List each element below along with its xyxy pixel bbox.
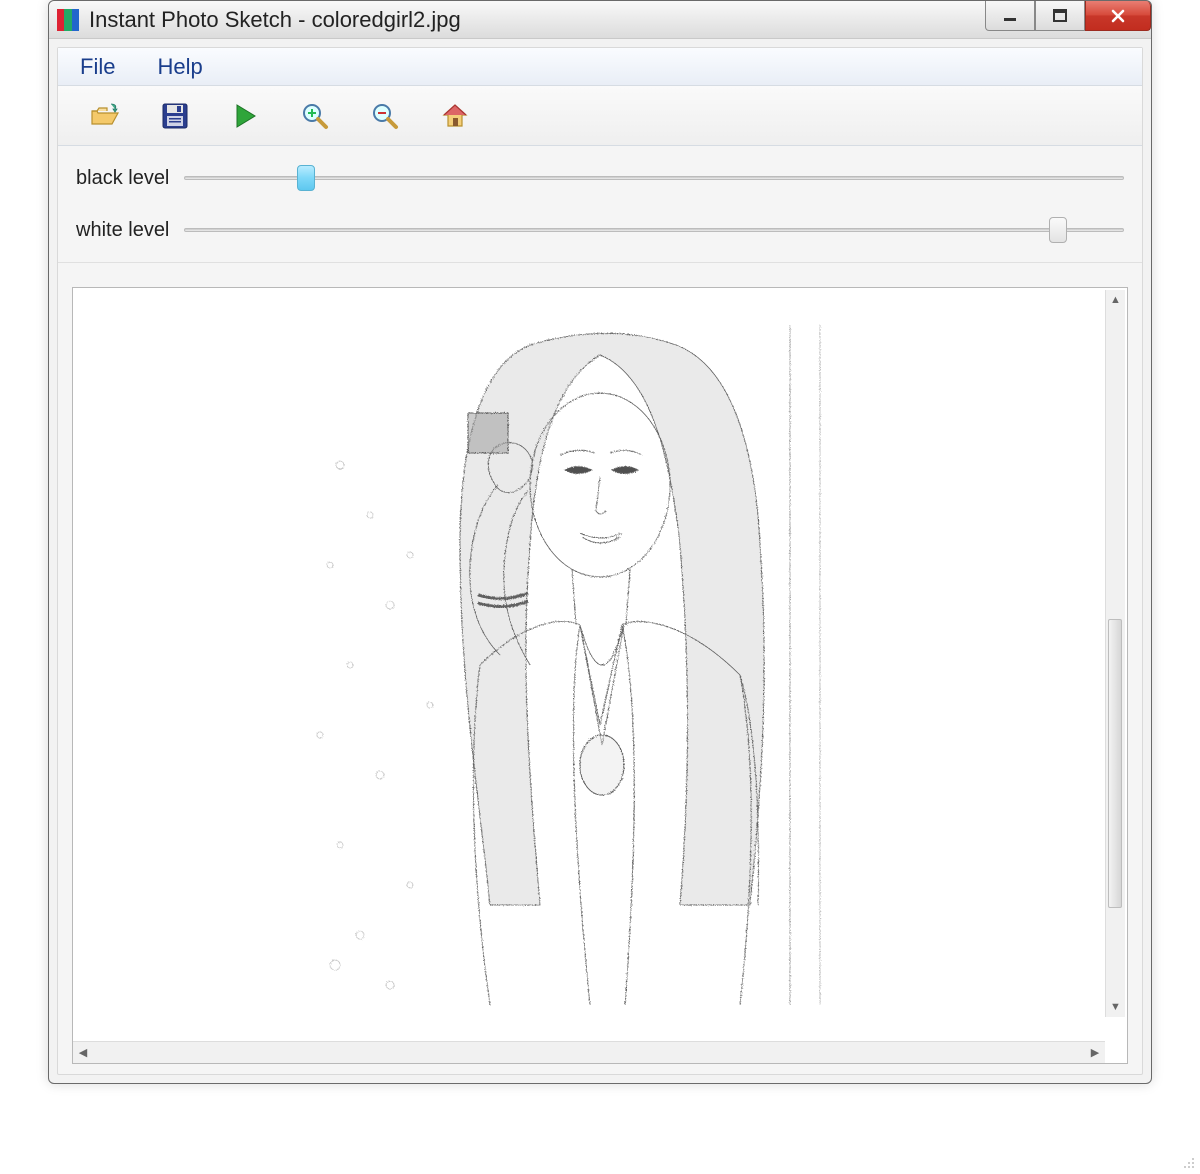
save-icon <box>161 102 189 130</box>
black-level-thumb[interactable] <box>297 165 315 191</box>
canvas-area: ▲ ▼ ◀ ▶ <box>72 287 1128 1064</box>
toolbar <box>58 86 1142 146</box>
vertical-scroll-thumb[interactable] <box>1108 619 1122 908</box>
black-level-row: black level <box>76 166 1124 190</box>
run-button[interactable] <box>228 99 262 133</box>
save-button[interactable] <box>158 99 192 133</box>
white-level-row: white level <box>76 218 1124 242</box>
sketch-image <box>280 305 920 1025</box>
client-area: File Help <box>57 47 1143 1075</box>
menu-file[interactable]: File <box>68 52 127 82</box>
resize-grip-icon[interactable] <box>1180 1154 1198 1172</box>
titlebar[interactable]: Instant Photo Sketch - coloredgirl2.jpg <box>49 1 1151 39</box>
slider-track <box>184 176 1124 180</box>
zoom-out-button[interactable] <box>368 99 402 133</box>
app-icon <box>57 9 79 31</box>
zoom-out-icon <box>370 101 400 131</box>
home-icon <box>440 101 470 131</box>
menubar: File Help <box>58 48 1142 86</box>
zoom-in-icon <box>300 101 330 131</box>
window-controls <box>985 1 1151 31</box>
close-icon <box>1109 7 1127 25</box>
white-level-label: white level <box>76 219 184 242</box>
black-level-slider[interactable] <box>184 166 1124 190</box>
zoom-in-button[interactable] <box>298 99 332 133</box>
slider-track <box>184 228 1124 232</box>
app-window: Instant Photo Sketch - coloredgirl2.jpg … <box>48 0 1152 1084</box>
white-level-thumb[interactable] <box>1049 217 1067 243</box>
scroll-up-icon[interactable]: ▲ <box>1106 290 1125 310</box>
window-title: Instant Photo Sketch - coloredgirl2.jpg <box>89 7 461 33</box>
canvas-viewport[interactable]: ▲ ▼ <box>73 288 1127 1041</box>
menu-help[interactable]: Help <box>145 52 214 82</box>
scroll-right-icon[interactable]: ▶ <box>1085 1042 1105 1063</box>
minimize-icon <box>1002 8 1018 24</box>
open-button[interactable] <box>88 99 122 133</box>
horizontal-scrollbar[interactable]: ◀ ▶ <box>73 1041 1105 1063</box>
vertical-scrollbar[interactable]: ▲ ▼ <box>1105 290 1125 1017</box>
white-level-slider[interactable] <box>184 218 1124 242</box>
play-icon <box>231 102 259 130</box>
home-button[interactable] <box>438 99 472 133</box>
scroll-down-icon[interactable]: ▼ <box>1106 997 1125 1017</box>
minimize-button[interactable] <box>985 1 1035 31</box>
maximize-icon <box>1052 8 1068 24</box>
close-button[interactable] <box>1085 1 1151 31</box>
maximize-button[interactable] <box>1035 1 1085 31</box>
open-icon <box>89 102 121 130</box>
black-level-label: black level <box>76 167 184 190</box>
sliders-panel: black level white level <box>58 146 1142 263</box>
scroll-left-icon[interactable]: ◀ <box>73 1042 93 1063</box>
